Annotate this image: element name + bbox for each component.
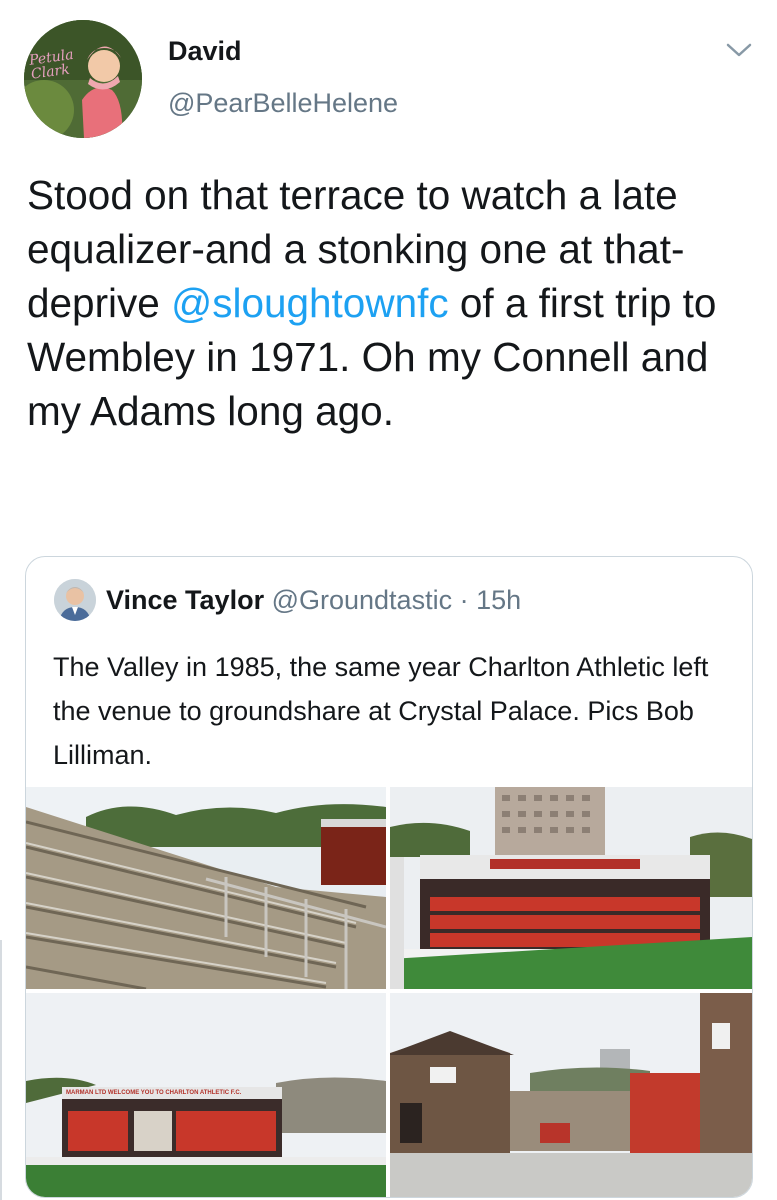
photo-stand[interactable] xyxy=(390,787,752,989)
photo-terrace[interactable] xyxy=(26,787,386,989)
meta-separator: · xyxy=(452,585,477,615)
photo-grid: MARMAN LTD WELCOME YOU TO CHARLTON ATHLE… xyxy=(26,787,752,1197)
stadium-sign-text: MARMAN LTD WELCOME YOU TO CHARLTON ATHLE… xyxy=(66,1090,242,1096)
quoted-author-name[interactable]: Vince Taylor xyxy=(106,585,264,615)
quoted-text: The Valley in 1985, the same year Charlt… xyxy=(53,652,709,770)
author-handle[interactable]: @PearBelleHelene xyxy=(168,88,398,119)
photo-entrance[interactable] xyxy=(390,993,752,1197)
author-avatar[interactable]: Petula Clark xyxy=(24,20,142,138)
tweet-text: Stood on that terrace to watch a late eq… xyxy=(27,168,757,438)
mention-link[interactable]: @sloughtownfc xyxy=(171,280,449,326)
author-name[interactable]: David xyxy=(168,36,242,67)
photo-main-stand[interactable]: MARMAN LTD WELCOME YOU TO CHARLTON ATHLE… xyxy=(26,993,386,1197)
quoted-header: Vince Taylor @Groundtastic · 15h xyxy=(106,585,521,616)
quoted-tweet[interactable]: Vince Taylor @Groundtastic · 15h The Val… xyxy=(25,556,753,1198)
quoted-author-handle[interactable]: @Groundtastic xyxy=(272,585,452,615)
divider xyxy=(0,940,2,1200)
quoted-author-avatar[interactable] xyxy=(54,579,96,621)
quoted-timestamp[interactable]: 15h xyxy=(476,585,521,615)
chevron-down-icon[interactable] xyxy=(725,40,753,60)
